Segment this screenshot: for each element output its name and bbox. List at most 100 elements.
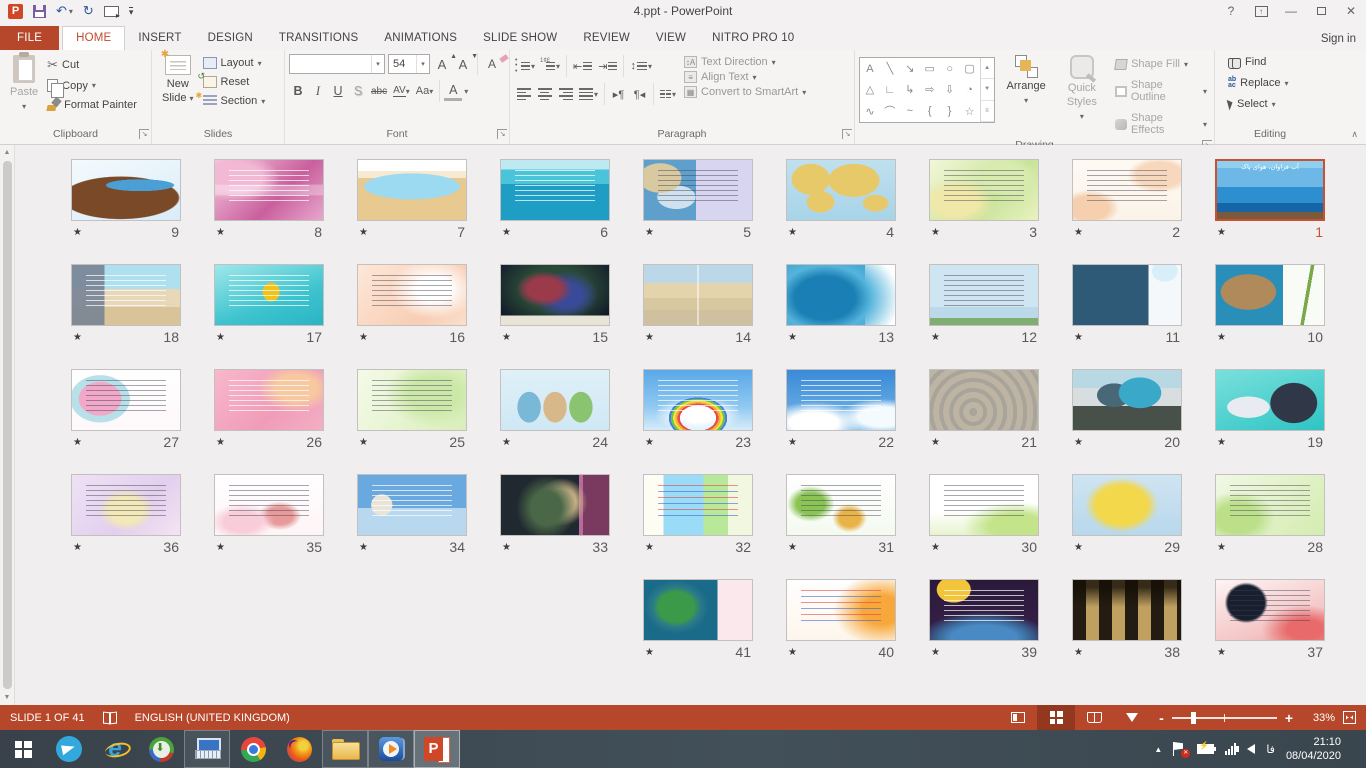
taskbar-telegram-button[interactable] xyxy=(46,730,92,768)
volume-icon[interactable] xyxy=(1247,744,1255,754)
slide-thumbnail[interactable] xyxy=(786,159,896,221)
tab-review[interactable]: REVIEW xyxy=(570,27,643,50)
slide-thumbnail[interactable] xyxy=(500,159,610,221)
tab-slide-show[interactable]: SLIDE SHOW xyxy=(470,27,570,50)
shapes-scroll-down-button[interactable]: ▼ xyxy=(981,79,994,100)
slide-thumbnail[interactable] xyxy=(1215,579,1325,641)
star-shape-icon[interactable]: ☆ xyxy=(960,101,980,122)
oval-shape-icon[interactable]: ○ xyxy=(940,58,960,79)
undo-button[interactable]: ↶▾ xyxy=(56,3,73,19)
slide-thumbnail[interactable] xyxy=(786,474,896,536)
tab-home[interactable]: HOME xyxy=(62,26,125,50)
right-arrow-shape-icon[interactable]: ⇨ xyxy=(920,79,940,100)
slide-thumbnail[interactable] xyxy=(786,264,896,326)
rectangle-shape-icon[interactable]: ▭ xyxy=(920,58,940,79)
hidden-icons-button[interactable]: ▲ xyxy=(1154,745,1162,754)
slide-thumbnail[interactable] xyxy=(643,264,753,326)
paragraph-dialog-launcher[interactable]: ↘ xyxy=(842,129,852,139)
text-direction-button[interactable]: ↕AText Direction ▾ xyxy=(684,56,806,68)
align-text-button[interactable]: ≡Align Text ▾ xyxy=(684,71,806,83)
save-button[interactable] xyxy=(33,5,46,18)
font-size-combo[interactable]: 54▾ xyxy=(388,54,430,74)
slide-thumbnail[interactable] xyxy=(500,369,610,431)
zoom-out-button[interactable]: - xyxy=(1159,710,1164,726)
new-slide-button[interactable]: NewSlide ▾ xyxy=(156,53,200,127)
layout-button[interactable]: Layout ▾ xyxy=(200,55,269,71)
help-button[interactable]: ? xyxy=(1216,0,1246,22)
format-painter-button[interactable]: Format Painter xyxy=(44,96,140,113)
spellcheck-icon[interactable] xyxy=(103,712,117,723)
slide-thumbnail[interactable] xyxy=(357,369,467,431)
isoceles-triangle-shape-icon[interactable]: △ xyxy=(860,79,880,100)
align-right-button[interactable] xyxy=(556,85,575,104)
slide-thumbnail[interactable] xyxy=(214,159,324,221)
ribbon-display-options-button[interactable]: ↑ xyxy=(1246,0,1276,22)
font-color-button[interactable]: A xyxy=(444,82,462,101)
slide-thumbnail[interactable] xyxy=(71,264,181,326)
decrease-indent-button[interactable]: ⇤ xyxy=(571,57,594,76)
slide-thumbnail[interactable] xyxy=(214,369,324,431)
replace-button[interactable]: abacReplace ▾ xyxy=(1225,75,1321,91)
slide-thumbnail[interactable] xyxy=(786,579,896,641)
character-spacing-button[interactable]: AV▾ xyxy=(391,82,412,101)
underline-button[interactable]: U xyxy=(329,82,347,101)
tab-transitions[interactable]: TRANSITIONS xyxy=(266,27,372,50)
slide-thumbnail[interactable] xyxy=(929,579,1039,641)
down-arrow-shape-icon[interactable]: ⇩ xyxy=(940,79,960,100)
arrange-button[interactable]: Arrange▾ xyxy=(1001,53,1052,138)
curve-shape-icon[interactable]: ~ xyxy=(900,101,920,122)
language-indicator[interactable]: ENGLISH (UNITED KINGDOM) xyxy=(135,712,290,724)
redo-button[interactable]: ↻ xyxy=(83,3,94,19)
slide-thumbnail[interactable] xyxy=(214,474,324,536)
shapes-gallery[interactable]: A╲↘▭○▢△∟↳⇨⇩◔∿⌒~{}☆ ▲ ▼ ≡ xyxy=(859,57,995,123)
increase-font-size-button[interactable]: A▲ xyxy=(433,55,451,74)
shapes-more-button[interactable]: ≡ xyxy=(981,101,994,122)
slide-thumbnail[interactable] xyxy=(1072,474,1182,536)
slide-thumbnail[interactable] xyxy=(357,264,467,326)
clear-formatting-button[interactable]: A xyxy=(483,55,501,74)
slide-thumbnail[interactable] xyxy=(1215,474,1325,536)
columns-button[interactable]: ▾ xyxy=(658,85,678,104)
arrow-shape-icon[interactable]: ↘ xyxy=(900,58,920,79)
font-name-combo[interactable]: ▾ xyxy=(289,54,385,74)
elbow-arrow-connector-shape-icon[interactable]: ↳ xyxy=(900,79,920,100)
bullets-button[interactable]: ▾ xyxy=(514,57,537,76)
sign-in-link[interactable]: Sign in xyxy=(1321,33,1356,45)
copy-button[interactable]: Copy ▾ xyxy=(44,77,140,94)
zoom-slider[interactable] xyxy=(1172,717,1277,719)
align-center-button[interactable] xyxy=(535,85,554,104)
clipboard-dialog-launcher[interactable]: ↘ xyxy=(139,129,149,139)
taskbar-chrome-button[interactable] xyxy=(230,730,276,768)
quick-styles-button[interactable]: QuickStyles ▾ xyxy=(1058,53,1106,138)
slide-thumbnail[interactable] xyxy=(643,159,753,221)
start-button[interactable] xyxy=(0,730,46,768)
shape-outline-button[interactable]: Shape Outline ▾ xyxy=(1112,77,1210,105)
tab-nitro-pro-10[interactable]: NITRO PRO 10 xyxy=(699,27,807,50)
taskbar-media-player-button[interactable] xyxy=(368,730,414,768)
zoom-in-button[interactable]: + xyxy=(1285,710,1293,726)
collapse-ribbon-button[interactable]: ∧ xyxy=(1351,129,1358,140)
slide-thumbnail[interactable] xyxy=(1072,264,1182,326)
cut-button[interactable]: ✂Cut xyxy=(44,55,140,75)
line-shape-icon[interactable]: ╲ xyxy=(880,58,900,79)
slide-thumbnail[interactable] xyxy=(929,474,1039,536)
slide-thumbnail[interactable] xyxy=(1072,159,1182,221)
change-case-button[interactable]: Aa▾ xyxy=(414,82,435,101)
align-left-button[interactable] xyxy=(514,85,533,104)
tab-design[interactable]: DESIGN xyxy=(195,27,266,50)
text-box-shape-icon[interactable]: A xyxy=(860,58,880,79)
arc-shape-icon[interactable]: ⌒ xyxy=(880,101,900,122)
strikethrough-button[interactable]: abc xyxy=(369,82,389,101)
slideshow-view-button[interactable] xyxy=(1113,705,1151,730)
taskbar-download-manager-button[interactable] xyxy=(138,730,184,768)
reading-view-button[interactable] xyxy=(1075,705,1113,730)
scroll-down-button[interactable]: ▼ xyxy=(0,690,14,705)
taskbar-powerpoint-button[interactable] xyxy=(414,730,460,768)
shape-fill-button[interactable]: Shape Fill ▾ xyxy=(1112,56,1210,72)
tab-view[interactable]: VIEW xyxy=(643,27,699,50)
scroll-up-button[interactable]: ▲ xyxy=(0,145,14,160)
action-center-flag-icon[interactable] xyxy=(1173,742,1186,756)
slide-thumbnail[interactable] xyxy=(1215,264,1325,326)
taskbar-firefox-button[interactable] xyxy=(276,730,322,768)
slide-thumbnail[interactable] xyxy=(71,369,181,431)
